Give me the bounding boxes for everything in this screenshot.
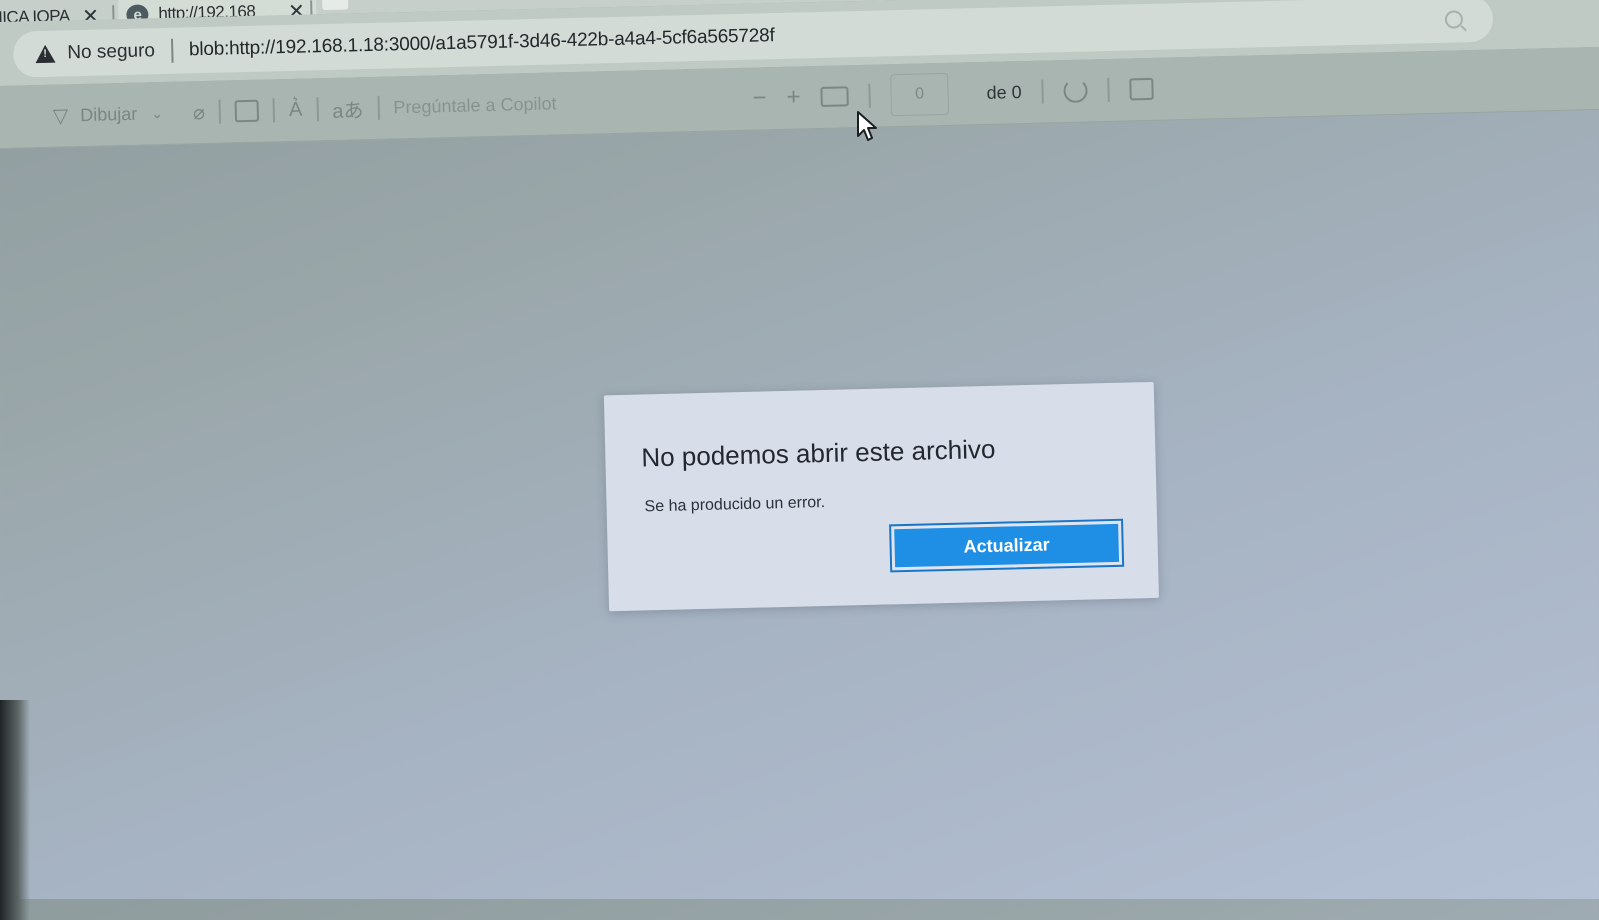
toolbar-divider: [1041, 79, 1044, 104]
search-icon[interactable]: [1444, 10, 1464, 29]
mouse-cursor-icon: [857, 111, 877, 141]
new-tab-button[interactable]: [322, 0, 349, 11]
draw-label[interactable]: Dibujar: [80, 103, 138, 125]
address-divider: [170, 38, 174, 63]
rotate-icon[interactable]: [1063, 78, 1088, 104]
page-count: de 0: [986, 81, 1022, 103]
monitor-bezel-edge: [0, 700, 30, 920]
zoom-in-button[interactable]: +: [786, 83, 801, 111]
toolbar-divider: [272, 98, 276, 123]
toolbar-divider: [316, 97, 319, 122]
read-aloud-icon[interactable]: A͛: [289, 98, 303, 121]
address-bar-actions: [1444, 10, 1464, 29]
url-text[interactable]: blob:http://192.168.1.18:3000/a1a5791f-3…: [189, 25, 775, 61]
dialog-title: No podemos abrir este archivo: [641, 433, 996, 473]
eraser-icon[interactable]: ⌀: [193, 100, 206, 125]
draw-icon[interactable]: ▽: [53, 103, 69, 128]
toolbar-divider: [377, 95, 380, 120]
page-number-input[interactable]: 0: [890, 72, 950, 117]
toolbar-divider: [218, 99, 222, 124]
translate-icon[interactable]: aあ: [332, 94, 364, 124]
refresh-button-label[interactable]: Actualizar: [894, 523, 1120, 568]
warning-icon[interactable]: [35, 44, 56, 64]
refresh-button[interactable]: Actualizar: [889, 518, 1125, 573]
toolbar-divider: [868, 83, 871, 108]
pdf-tools: ▽ Dibujar ⌄ ⌀ A͛ aあ Pregúntale a Copilot: [52, 72, 557, 146]
toolbar-divider: [1107, 77, 1110, 102]
chevron-down-icon[interactable]: ⌄: [151, 105, 163, 122]
text-box-icon[interactable]: [234, 99, 260, 123]
fit-page-icon[interactable]: [820, 86, 849, 107]
dialog-message: Se ha producido un error.: [644, 493, 826, 516]
copilot-input[interactable]: Pregúntale a Copilot: [393, 93, 557, 118]
page-view-icon[interactable]: [1129, 77, 1154, 101]
error-dialog: No podemos abrir este archivo Se ha prod…: [603, 381, 1159, 612]
security-label[interactable]: No seguro: [67, 40, 155, 64]
screen: NICA IOPA ✕ e http://192.168 ✕ No seguro…: [0, 0, 1599, 899]
zoom-controls: − + 0 de 0: [752, 58, 1154, 130]
zoom-out-button[interactable]: −: [752, 84, 767, 112]
